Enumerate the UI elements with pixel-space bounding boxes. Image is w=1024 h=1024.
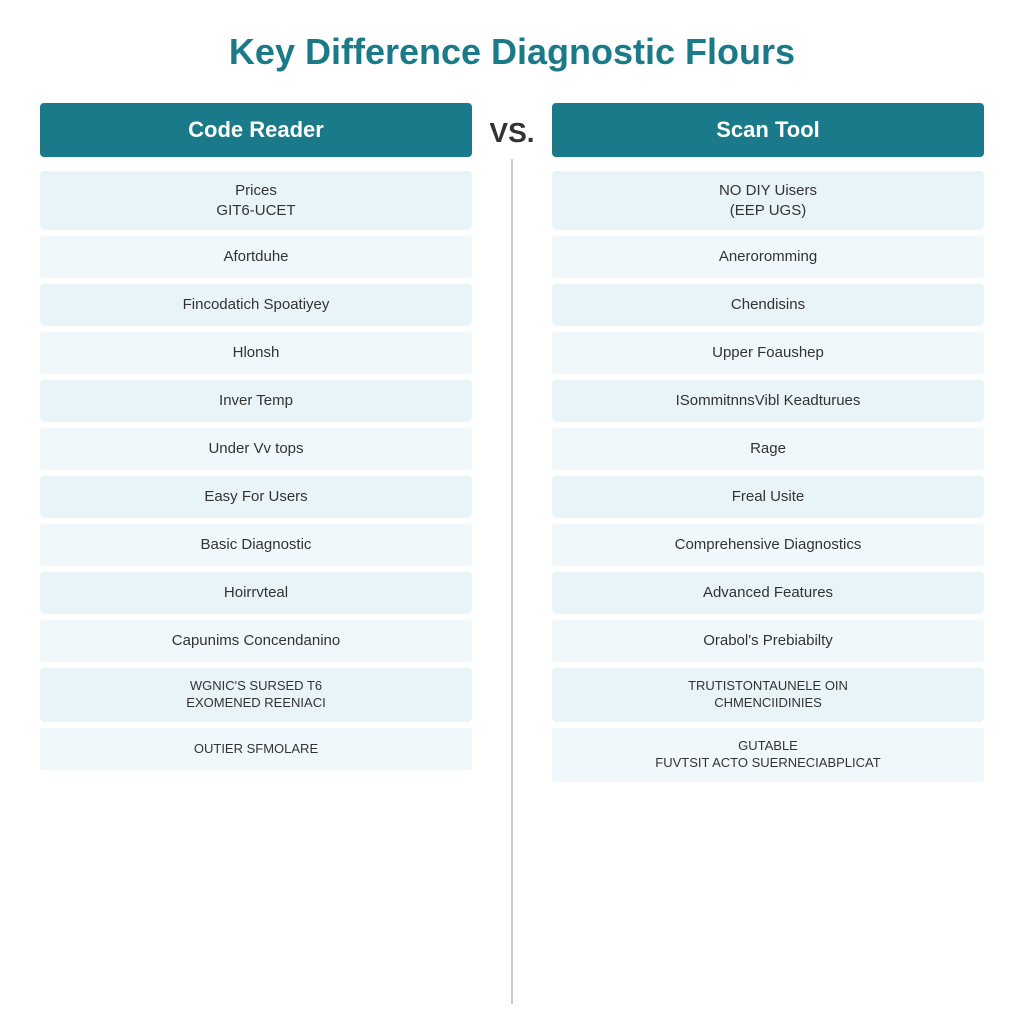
right-cell-9: Orabol's Prebiabilty: [552, 620, 984, 662]
left-cell-9: Capunims Concendanino: [40, 620, 472, 662]
right-cell-6: Freal Usite: [552, 476, 984, 518]
left-cell-7: Basic Diagnostic: [40, 524, 472, 566]
vs-label: VS.: [489, 117, 534, 149]
left-cell-5: Under Vv tops: [40, 428, 472, 470]
right-column: Scan Tool NO DIY Uisers (EEP UGS) Aneror…: [552, 103, 984, 1004]
left-cell-11: OUTIER SFMOLARE: [40, 728, 472, 770]
right-cell-11: GUTABLE FUVTSIT ACTO SUERNECIABPLICAT: [552, 728, 984, 782]
left-cell-0: Prices GIT6-UCET: [40, 171, 472, 230]
left-cell-2: Fincodatich Spoatiyey: [40, 284, 472, 326]
right-cell-5: Rage: [552, 428, 984, 470]
left-cell-6: Easy For Users: [40, 476, 472, 518]
left-cell-4: Inver Temp: [40, 380, 472, 422]
right-cell-0: NO DIY Uisers (EEP UGS): [552, 171, 984, 230]
right-cell-8: Advanced Features: [552, 572, 984, 614]
left-column: Code Reader Prices GIT6-UCET Afortduhe F…: [40, 103, 472, 1004]
right-cell-10: TRUTISTONTAUNELE OIN CHMENCIIDINIES: [552, 668, 984, 722]
vertical-divider: [511, 159, 513, 1004]
right-column-header: Scan Tool: [552, 103, 984, 157]
left-cell-1: Afortduhe: [40, 236, 472, 278]
right-cell-2: Chendisins: [552, 284, 984, 326]
right-cell-1: Aneroromming: [552, 236, 984, 278]
right-cell-3: Upper Foaushep: [552, 332, 984, 374]
page-title: Key Difference Diagnostic Flours: [229, 30, 795, 73]
right-cell-7: Comprehensive Diagnostics: [552, 524, 984, 566]
left-cell-3: Hlonsh: [40, 332, 472, 374]
left-cell-10: WGNIC'S SURSED T6 EXOMENED REENIACI: [40, 668, 472, 722]
right-cell-4: ISommitnnsVibl Keadturues: [552, 380, 984, 422]
left-column-header: Code Reader: [40, 103, 472, 157]
vs-divider-area: VS.: [472, 103, 552, 1004]
left-cell-8: Hoirrvteal: [40, 572, 472, 614]
